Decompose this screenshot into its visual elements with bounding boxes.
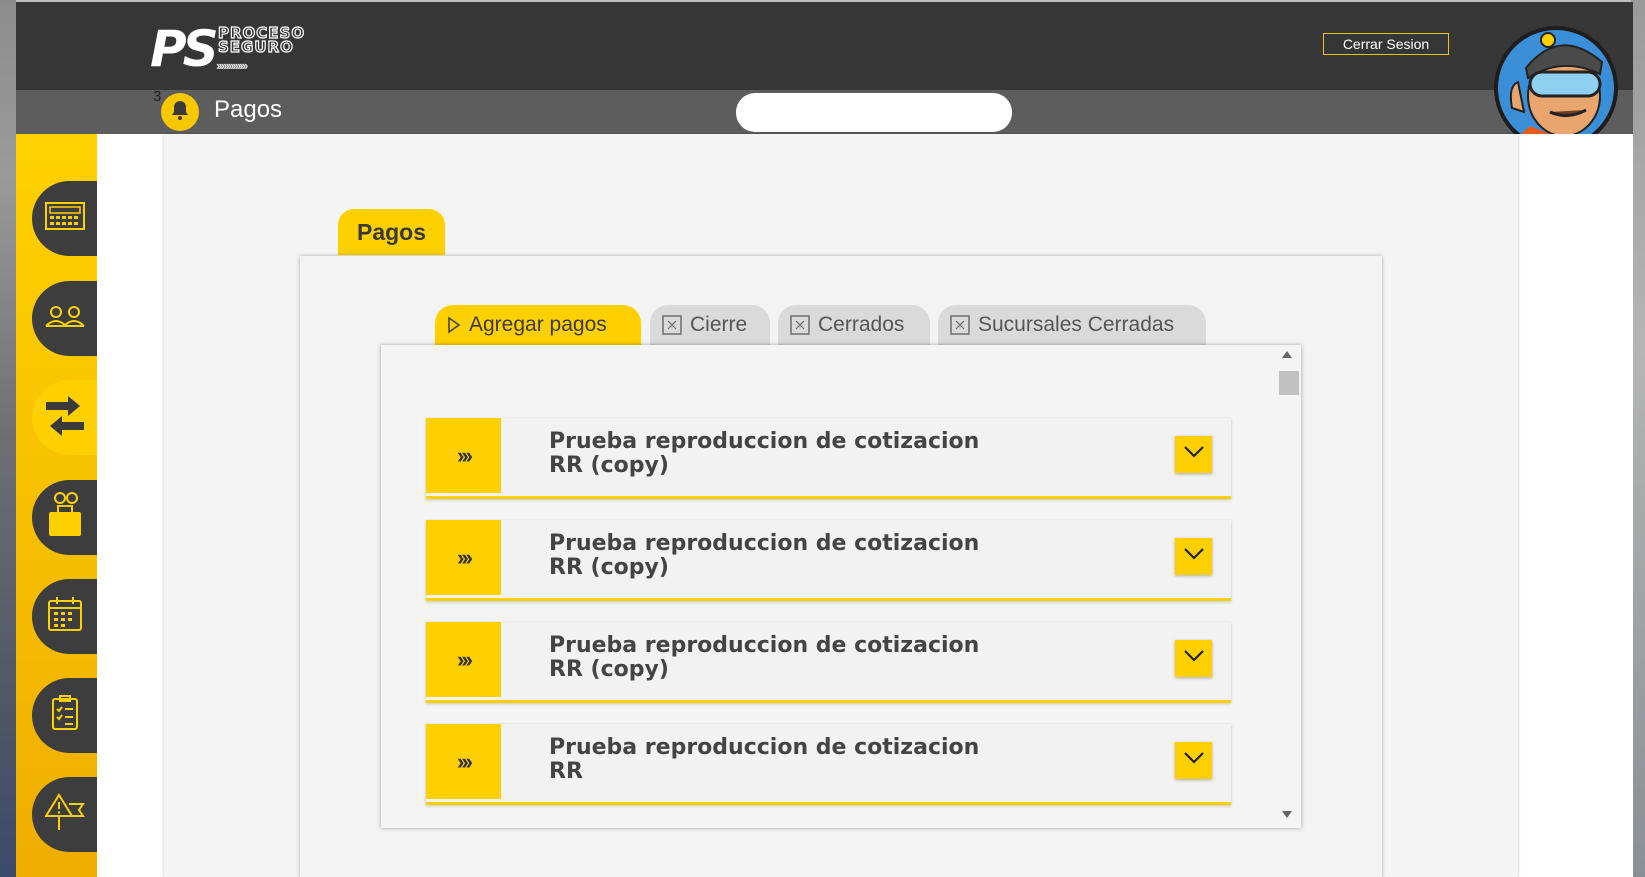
logo-mark: PS (150, 20, 219, 78)
calendar-icon (47, 596, 83, 637)
chevron-down-icon (1183, 547, 1205, 566)
list-item[interactable]: ››› Prueba reproduccion de cotizacion RR… (426, 520, 1231, 601)
item-title-line-1: Prueba reproduccion de cotizacion (549, 429, 980, 454)
close-box-icon (790, 315, 810, 335)
expand-button[interactable] (1175, 640, 1212, 677)
tab-label: Agregar pagos (469, 313, 607, 336)
logout-button[interactable]: Cerrar Sesion (1323, 33, 1449, 55)
scrollbar-thumb[interactable] (1279, 371, 1299, 395)
item-title-line-1: Prueba reproduccion de cotizacion (549, 633, 980, 658)
item-title: Prueba reproduccion de cotizacion RR (co… (549, 634, 1019, 682)
logo-chevrons: ››››››››››››› (216, 58, 248, 73)
expand-button[interactable] (1175, 436, 1212, 473)
mascot-avatar (1490, 16, 1630, 150)
item-title-line-2: RR (549, 759, 583, 784)
proceso-seguro-logo[interactable]: PS PROCESO SEGURO ››››››››››››› (150, 20, 340, 78)
tab-label: Sucursales Cerradas (978, 313, 1175, 336)
tab-label: Cierre (690, 313, 748, 336)
item-chevrons: ››› (426, 724, 501, 799)
item-chevrons: ››› (426, 418, 501, 493)
sidebar-item-payments[interactable] (32, 480, 97, 555)
item-title: Prueba reproduccion de cotizacion RR (co… (549, 532, 1019, 580)
scroll-up-arrow[interactable] (1282, 351, 1292, 358)
tab-cierre[interactable]: Cierre (650, 305, 770, 345)
sidebar-item-users[interactable] (32, 281, 97, 356)
item-chevrons: ››› (426, 622, 501, 697)
background-right-edge (1631, 0, 1645, 877)
tab-label: Cerrados (818, 313, 905, 336)
sidebar-item-transfers[interactable] (32, 380, 97, 455)
play-outline-icon (447, 316, 461, 334)
tab-cerrados[interactable]: Cerrados (778, 305, 930, 345)
notifications-button[interactable] (161, 93, 199, 131)
warning-sign-icon (43, 792, 85, 837)
sidebar-item-tasks[interactable] (32, 678, 97, 753)
list-item[interactable]: ››› Prueba reproduccion de cotizacion RR… (426, 622, 1231, 703)
calculator-icon (44, 201, 86, 236)
item-title-line-2: RR (copy) (549, 453, 669, 478)
item-title-line-2: RR (copy) (549, 555, 669, 580)
list-item[interactable]: ››› Prueba reproduccion de cotizacion RR (426, 724, 1231, 805)
list-item[interactable]: ››› Prueba reproduccion de cotizacion RR… (426, 418, 1231, 499)
expand-button[interactable] (1175, 742, 1212, 779)
scroll-down-arrow[interactable] (1282, 811, 1292, 818)
item-title: Prueba reproduccion de cotizacion RR (549, 736, 1019, 784)
chevron-down-icon (1183, 649, 1205, 668)
sidebar (16, 134, 97, 877)
sidebar-item-alerts[interactable] (32, 777, 97, 852)
chevron-down-icon (1183, 445, 1205, 464)
transfer-icon (44, 394, 86, 441)
close-box-icon (662, 315, 682, 335)
page-title: Pagos (214, 96, 283, 123)
sidebar-item-calculator[interactable] (32, 181, 97, 256)
item-title-line-1: Prueba reproduccion de cotizacion (549, 735, 980, 760)
clipboard-checklist-icon (51, 695, 79, 736)
briefcase-money-icon (45, 492, 85, 543)
chevron-down-icon (1183, 751, 1205, 770)
tab-agregar-pagos[interactable]: Agregar pagos (435, 305, 641, 345)
notification-count-badge: 3 (153, 88, 162, 105)
item-title: Prueba reproduccion de cotizacion RR (co… (549, 430, 1019, 478)
logo-word-2: SEGURO (217, 38, 294, 56)
users-icon (44, 304, 86, 333)
section-title-tab: Pagos (338, 209, 445, 255)
tab-sucursales-cerradas[interactable]: Sucursales Cerradas (938, 305, 1206, 345)
close-box-icon (950, 315, 970, 335)
expand-button[interactable] (1175, 538, 1212, 575)
item-title-line-2: RR (copy) (549, 657, 669, 682)
item-chevrons: ››› (426, 520, 501, 595)
item-title-line-1: Prueba reproduccion de cotizacion (549, 531, 980, 556)
background-left-edge (0, 0, 16, 877)
bell-icon (168, 98, 192, 127)
sidebar-item-calendar[interactable] (32, 579, 97, 654)
search-input[interactable] (736, 93, 1012, 132)
